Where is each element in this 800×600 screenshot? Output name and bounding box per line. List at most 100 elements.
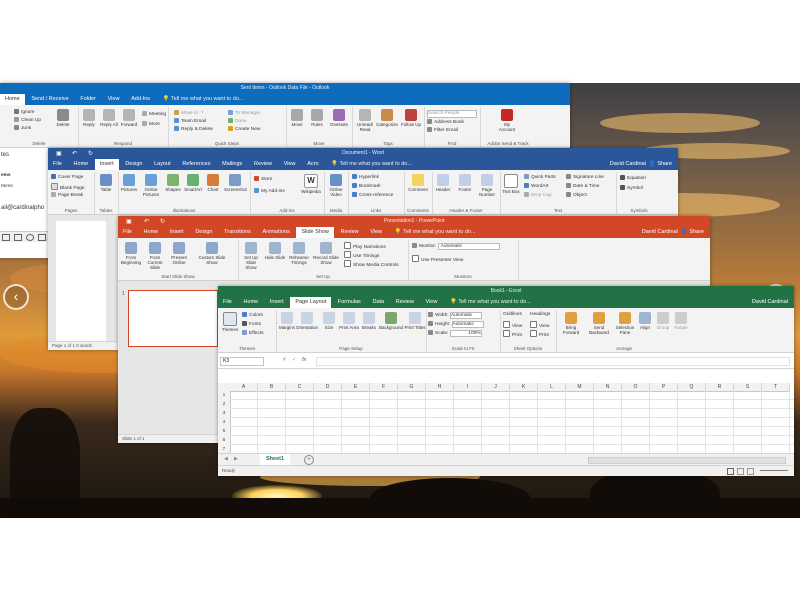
text-box-button[interactable]: Text Box: [500, 174, 522, 194]
cleanup-button[interactable]: Clean Up: [14, 117, 41, 123]
tab-design[interactable]: Design: [190, 227, 217, 238]
tab-review[interactable]: Review: [249, 159, 277, 170]
mail-icon[interactable]: [2, 234, 10, 241]
enter-icon[interactable]: ✓: [292, 357, 297, 363]
tab-design[interactable]: Design: [120, 159, 147, 170]
tab-view[interactable]: View: [365, 227, 387, 238]
column-header[interactable]: N: [594, 383, 622, 392]
column-header[interactable]: D: [314, 383, 342, 392]
rotate-button[interactable]: Rotate: [670, 312, 692, 330]
breaks-button[interactable]: Breaks: [358, 312, 380, 330]
use-timings-checkbox[interactable]: Use Timings: [344, 251, 379, 259]
name-box[interactable]: K3: [220, 357, 264, 366]
orientation-button[interactable]: Orientation: [296, 312, 318, 330]
meeting-button[interactable]: Meeting: [142, 111, 166, 117]
date-time-button[interactable]: Date & Time: [566, 183, 599, 189]
object-button[interactable]: Object: [566, 192, 587, 198]
column-header[interactable]: I: [454, 383, 482, 392]
share-button[interactable]: Share: [689, 229, 704, 235]
selection-pane-button[interactable]: Selection Pane: [614, 312, 636, 335]
use-presenter-view-checkbox[interactable]: Use Presenter View: [412, 255, 463, 263]
effects-button[interactable]: Effects: [242, 330, 264, 336]
cancel-icon[interactable]: ✕: [282, 357, 287, 363]
add-sheet-icon[interactable]: +: [304, 455, 314, 465]
store-button[interactable]: Store: [254, 176, 272, 182]
tab-send-receive[interactable]: Send / Receive: [26, 94, 73, 105]
tab-home[interactable]: Home: [239, 297, 264, 308]
page-break-button[interactable]: Page Break: [51, 192, 83, 198]
quick-parts-button[interactable]: Quick Parts: [524, 174, 556, 180]
column-header[interactable]: O: [622, 383, 650, 392]
column-header[interactable]: M: [566, 383, 594, 392]
column-header[interactable]: L: [538, 383, 566, 392]
column-header[interactable]: A: [230, 383, 258, 392]
size-button[interactable]: Size: [318, 312, 340, 330]
column-header[interactable]: R: [706, 383, 734, 392]
search-people-input[interactable]: Search People: [427, 110, 477, 118]
reply-button[interactable]: Reply: [78, 109, 100, 127]
print-area-button[interactable]: Print Area: [338, 312, 360, 330]
set-up-slide-show-button[interactable]: Set Up Slide Show: [240, 242, 262, 270]
column-header[interactable]: G: [398, 383, 426, 392]
rules-button[interactable]: Rules: [306, 109, 328, 127]
tab-insert[interactable]: Insert: [165, 227, 189, 238]
to-manager-step[interactable]: To Manager: [228, 110, 260, 116]
custom-slide-show-button[interactable]: Custom Slide Show: [194, 242, 230, 265]
tell-me-search[interactable]: 💡 Tell me what you want to do...: [331, 161, 412, 167]
ignore-button[interactable]: Ignore: [14, 109, 35, 115]
wordart-button[interactable]: WordArt: [524, 183, 549, 189]
user-account[interactable]: David Cardinal 👤 Share: [642, 227, 704, 238]
people-icon[interactable]: [26, 234, 34, 241]
footer-button[interactable]: Footer: [454, 174, 476, 192]
word-page[interactable]: [56, 221, 106, 342]
comment-button[interactable]: Comment: [407, 174, 429, 192]
gridlines-print-checkbox[interactable]: Print: [503, 330, 522, 338]
header-button[interactable]: Header: [432, 174, 454, 192]
scroll-left-icon[interactable]: ◀: [224, 456, 228, 462]
tasks-icon[interactable]: [38, 234, 46, 241]
hyperlink-button[interactable]: Hyperlink: [352, 174, 379, 180]
my-account-button[interactable]: My Account: [496, 109, 518, 132]
headings-view-checkbox[interactable]: View: [530, 321, 549, 329]
previous-arrow-button[interactable]: ‹: [3, 284, 29, 310]
page-break-view-icon[interactable]: [747, 468, 754, 475]
create-new-step[interactable]: Create New: [228, 126, 260, 132]
tab-home[interactable]: Home: [0, 94, 25, 105]
move-to-step[interactable]: Move to: ?: [174, 110, 203, 116]
send-backward-button[interactable]: Send Backward: [586, 312, 612, 335]
done-step[interactable]: Done: [228, 118, 246, 124]
categorize-button[interactable]: Categorize: [376, 109, 398, 127]
normal-view-icon[interactable]: [727, 468, 734, 475]
address-book-button[interactable]: Address Book: [427, 119, 464, 125]
column-header[interactable]: Q: [678, 383, 706, 392]
tab-transitions[interactable]: Transitions: [219, 227, 256, 238]
width-select[interactable]: Width: Automatic: [428, 312, 482, 319]
from-current-button[interactable]: From Current Slide: [144, 242, 166, 270]
tab-insert[interactable]: Insert: [94, 159, 119, 170]
zoom-slider[interactable]: [760, 470, 788, 471]
cross-reference-button[interactable]: Cross-reference: [352, 192, 393, 198]
tab-layout[interactable]: Layout: [149, 159, 176, 170]
table-button[interactable]: Table: [95, 174, 117, 192]
record-slide-show-button[interactable]: Record Slide Show: [312, 242, 340, 265]
page-number-button[interactable]: Page Number: [476, 174, 498, 197]
cover-page-button[interactable]: Cover Page: [51, 174, 83, 180]
share-button[interactable]: Share: [657, 161, 672, 167]
team-email-step[interactable]: Team Email: [174, 118, 206, 124]
column-header[interactable]: F: [370, 383, 398, 392]
more-button[interactable]: More: [142, 121, 160, 127]
tell-me-search[interactable]: 💡 Tell me what you want to do...: [450, 299, 531, 305]
tab-review[interactable]: Review: [336, 227, 364, 238]
tab-formulas[interactable]: Formulas: [333, 297, 366, 308]
junk-button[interactable]: Junk: [14, 125, 31, 131]
tab-data[interactable]: Data: [367, 297, 389, 308]
tab-references[interactable]: References: [177, 159, 215, 170]
hide-slide-button[interactable]: Hide Slide: [264, 242, 286, 260]
column-header[interactable]: J: [482, 383, 510, 392]
tab-file[interactable]: File: [218, 297, 237, 308]
onenote-button[interactable]: OneNote: [328, 109, 350, 127]
show-media-controls-checkbox[interactable]: Show Media Controls: [344, 260, 399, 268]
monitor-select[interactable]: Monitor: Automatic: [412, 243, 500, 250]
wikipedia-button[interactable]: W Wikipedia: [300, 174, 322, 194]
folder-item[interactable]: Items: [1, 184, 13, 189]
